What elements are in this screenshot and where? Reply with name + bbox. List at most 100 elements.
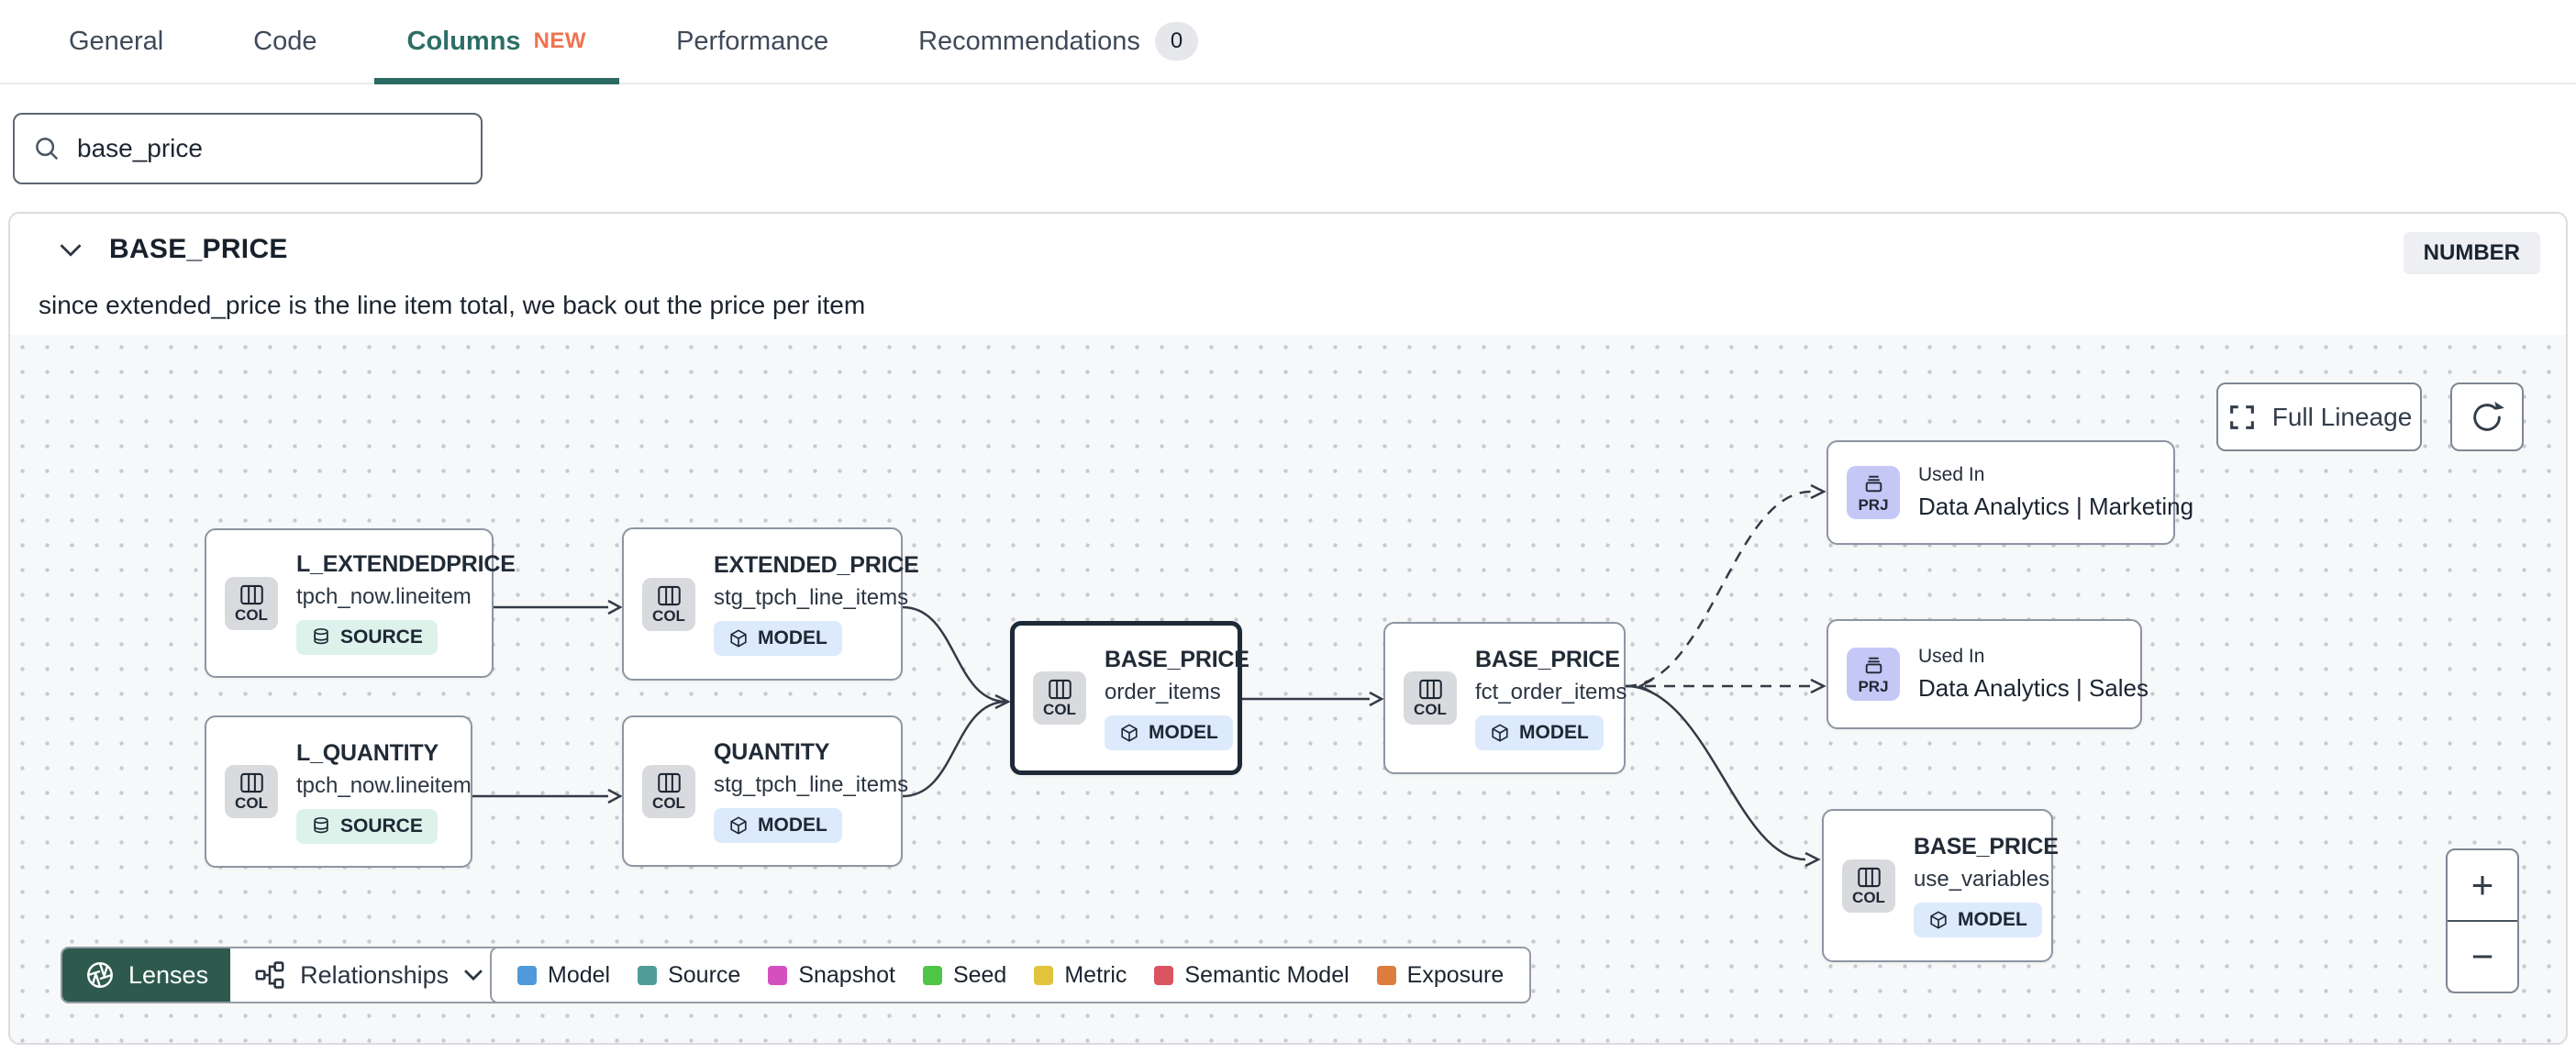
project-kind-icon: PRJ	[1847, 648, 1900, 701]
node-title: BASE_PRICE	[1475, 646, 1620, 672]
legend-swatch	[922, 965, 942, 985]
badge-label: MODEL	[758, 627, 827, 648]
search-icon	[33, 135, 61, 162]
project-kind-icon: PRJ	[1847, 466, 1900, 519]
lineage-node-quantity[interactable]: COL QUANTITY stg_tpch_line_items MODEL	[622, 715, 908, 867]
database-icon	[314, 816, 328, 833]
column-kind-icon: COL	[1033, 671, 1086, 725]
legend-swatch	[1376, 965, 1396, 985]
cube-icon	[730, 629, 747, 648]
resource-type-badge: SOURCE	[296, 808, 438, 844]
kind-label: PRJ	[1858, 678, 1889, 695]
node-title: QUANTITY	[714, 739, 830, 765]
relationships-dropdown[interactable]: Relationships	[230, 948, 508, 1002]
refresh-icon	[2469, 399, 2505, 436]
lineage-canvas[interactable]: Full Lineage + − COL L_EXTENDEDPRICE tpc…	[10, 335, 2566, 1043]
lineage-edges	[472, 483, 1827, 868]
used-in-label: Used In	[1918, 646, 1985, 667]
tab-columns[interactable]: Columns NEW	[373, 0, 620, 84]
lineage-node-l-extendedprice[interactable]: COL L_EXTENDEDPRICE tpch_now.lineitem SO…	[205, 528, 516, 678]
aperture-icon	[84, 959, 116, 991]
cube-icon	[1121, 723, 1138, 742]
legend-item-metric: Metric	[1034, 962, 1127, 989]
node-subtitle: stg_tpch_line_items	[714, 585, 909, 610]
legend-item-source: Source	[638, 962, 740, 989]
kind-label: COL	[652, 793, 685, 812]
column-kind-icon: COL	[1842, 859, 1895, 913]
resource-type-badge: MODEL	[1105, 715, 1233, 750]
tab-label: Code	[253, 26, 317, 56]
zoom-out-button[interactable]: −	[2448, 922, 2517, 992]
legend-label: Source	[668, 961, 741, 988]
lens-controls: Lenses Relationships	[61, 947, 510, 1003]
tab-recommendations[interactable]: Recommendations 0	[885, 0, 1231, 83]
new-badge: NEW	[533, 28, 587, 53]
used-in-label: Used In	[1918, 464, 1985, 485]
full-lineage-label: Full Lineage	[2271, 402, 2413, 431]
column-panel: BASE_PRICE NUMBER since extended_price i…	[8, 212, 2568, 1045]
badge-label: MODEL	[1958, 909, 2027, 930]
tab-bar: General Code Columns NEW Performance Rec…	[0, 0, 2576, 84]
lineage-node-base-price-fct-order-items[interactable]: COL BASE_PRICE fct_order_items MODEL	[1383, 622, 1627, 774]
kind-label: PRJ	[1858, 496, 1889, 514]
column-header-row: BASE_PRICE NUMBER	[10, 214, 2566, 285]
tab-performance[interactable]: Performance	[643, 0, 861, 83]
column-kind-icon: COL	[225, 576, 278, 630]
lineage-node-used-in-sales[interactable]: PRJ Used In Data Analytics | Sales	[1827, 619, 2149, 729]
lineage-node-l-quantity[interactable]: COL L_QUANTITY tpch_now.lineitem SOURCE	[205, 715, 472, 868]
column-search	[13, 113, 483, 184]
column-description: since extended_price is the line item to…	[39, 291, 866, 319]
kind-label: COL	[1852, 888, 1885, 906]
column-kind-icon: COL	[225, 765, 278, 818]
node-title: L_EXTENDEDPRICE	[296, 551, 516, 577]
search-input[interactable]	[77, 134, 462, 163]
zoom-controls: + −	[2446, 848, 2519, 993]
lineage-node-base-price-use-variables[interactable]: COL BASE_PRICE use_variables MODEL	[1822, 809, 2059, 962]
legend-label: Model	[548, 961, 611, 988]
lineage-node-used-in-marketing[interactable]: PRJ Used In Data Analytics | Marketing	[1827, 440, 2193, 545]
zoom-in-button[interactable]: +	[2448, 850, 2517, 922]
column-type-badge: NUMBER	[2403, 232, 2540, 274]
chevron-down-icon	[463, 969, 483, 981]
node-subtitle: tpch_now.lineitem	[296, 772, 472, 798]
kind-label: COL	[235, 794, 268, 812]
legend-item-snapshot: Snapshot	[768, 962, 895, 989]
recommendations-count-badge: 0	[1154, 22, 1199, 61]
node-title: Data Analytics | Marketing	[1918, 493, 2194, 520]
node-title: BASE_PRICE	[1914, 834, 2059, 859]
cube-icon	[730, 816, 747, 835]
node-subtitle: fct_order_items	[1475, 679, 1627, 704]
kind-label: COL	[652, 606, 685, 625]
badge-label: SOURCE	[340, 815, 423, 837]
legend-label: Seed	[952, 961, 1007, 988]
legend-label: Exposure	[1406, 961, 1505, 988]
lineage-node-extended-price[interactable]: COL EXTENDED_PRICE stg_tpch_line_items M…	[622, 527, 919, 681]
node-subtitle: stg_tpch_line_items	[714, 772, 909, 797]
tab-label: Recommendations	[918, 26, 1140, 56]
column-kind-icon: COL	[642, 764, 695, 818]
chevron-down-icon[interactable]	[60, 243, 82, 257]
tab-code[interactable]: Code	[220, 0, 350, 83]
node-subtitle: use_variables	[1914, 867, 2050, 892]
lineage-node-base-price-order-items[interactable]: COL BASE_PRICE order_items MODEL	[1010, 621, 1249, 775]
column-lineage-page: { "tabs": { "items": [ { "label": "Gener…	[0, 0, 2576, 1053]
legend-swatch	[1034, 965, 1054, 985]
relationships-icon	[254, 959, 285, 991]
tab-general[interactable]: General	[36, 0, 196, 83]
node-title: L_QUANTITY	[296, 739, 439, 766]
resource-type-badge: MODEL	[1914, 903, 2042, 937]
full-lineage-button[interactable]: Full Lineage	[2216, 382, 2422, 451]
badge-label: SOURCE	[340, 626, 423, 648]
expand-icon	[2226, 402, 2258, 433]
kind-label: COL	[1414, 701, 1447, 718]
resource-type-badge: MODEL	[714, 808, 842, 843]
refresh-button[interactable]	[2450, 382, 2524, 451]
legend-item-semantic-model: Semantic Model	[1154, 962, 1349, 989]
cube-icon	[1492, 723, 1508, 742]
resource-legend: Model Source Snapshot Seed Metric Semant…	[490, 947, 1532, 1003]
cube-icon	[1930, 911, 1947, 929]
badge-label: MODEL	[1149, 721, 1218, 743]
legend-label: Metric	[1064, 961, 1127, 988]
lenses-button[interactable]: Lenses	[62, 948, 231, 1002]
legend-label: Snapshot	[798, 961, 895, 988]
